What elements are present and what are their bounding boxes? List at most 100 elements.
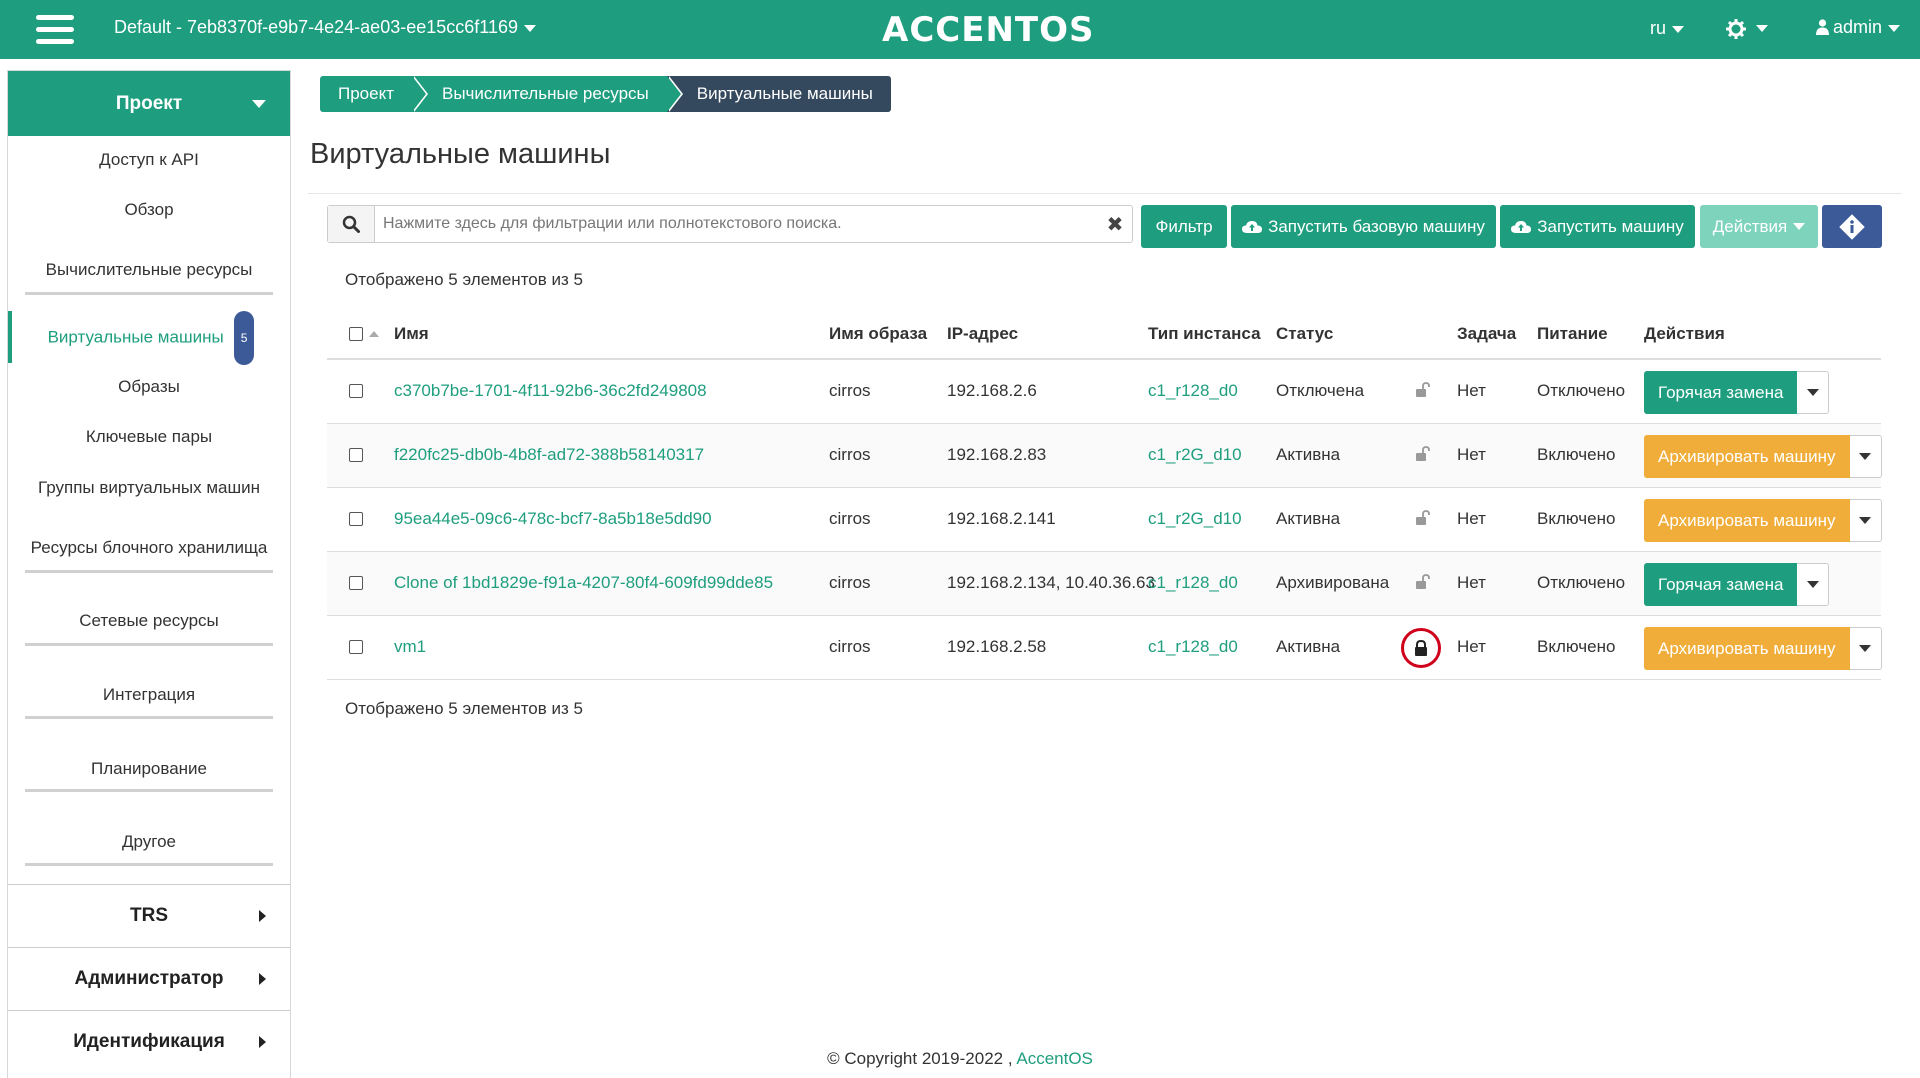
launch-base-instance-button[interactable]: Запустить базовую машину [1231, 205, 1496, 248]
status-cell: Активна [1276, 445, 1341, 464]
sidebar-group-trs[interactable]: TRS [8, 884, 290, 946]
gear-icon [1726, 18, 1746, 39]
row-actions: Горячая замена [1644, 563, 1830, 606]
breadcrumb-project[interactable]: Проект [320, 76, 428, 112]
image-name-cell: cirros [829, 637, 871, 656]
filter-button[interactable]: Фильтр [1141, 205, 1227, 248]
actions-dropdown[interactable]: Действия [1700, 205, 1818, 248]
row-actions-dropdown[interactable] [1797, 371, 1830, 414]
row-actions-dropdown[interactable] [1849, 435, 1882, 478]
sidebar-divider [25, 716, 273, 719]
flavor-link[interactable]: c1_r128_d0 [1148, 573, 1238, 593]
task-cell: Нет [1457, 445, 1486, 464]
row-actions-dropdown[interactable] [1849, 499, 1882, 542]
top-navbar: Default - 7eb8370f-e9b7-4e24-ae03-ee15cc… [0, 0, 1920, 59]
sort-asc-icon[interactable] [369, 331, 379, 337]
row-primary-action-button[interactable]: Архивировать машину [1644, 499, 1850, 542]
items-count-bottom: Отображено 5 элементов из 5 [345, 699, 583, 718]
column-header-task[interactable]: Задача [1457, 324, 1516, 344]
user-menu[interactable]: admin [1816, 17, 1901, 38]
column-header-power[interactable]: Питание [1537, 324, 1608, 344]
row-primary-action-button[interactable]: Горячая замена [1644, 563, 1798, 606]
footer-link[interactable]: AccentOS [1016, 1049, 1093, 1068]
lock-indicator[interactable] [1401, 628, 1441, 668]
instance-name-link[interactable]: c370b7be-1701-4f11-92b6-36c2fd249808 [394, 381, 707, 401]
items-count-top: Отображено 5 элементов из 5 [345, 270, 583, 289]
row-primary-action-button[interactable]: Архивировать машину [1644, 435, 1850, 478]
sidebar-divider [25, 570, 273, 573]
sidebar-item-compute[interactable]: Вычислительные ресурсы [8, 260, 290, 280]
flavor-link[interactable]: c1_r128_d0 [1148, 381, 1238, 401]
clear-search-icon[interactable]: ✖ [1098, 206, 1132, 242]
sidebar: Проект Доступ к API Обзор Вычислительные… [7, 70, 291, 1078]
select-all-checkbox[interactable] [349, 327, 363, 341]
lock-open-icon[interactable] [1414, 573, 1432, 591]
instance-name-link[interactable]: 95ea44e5-09c6-478c-bcf7-8a5b18e5dd90 [394, 509, 712, 529]
sidebar-item-images[interactable]: Образы [8, 377, 290, 397]
sidebar-item-planning[interactable]: Планирование [8, 759, 290, 779]
sidebar-group-admin[interactable]: Администратор [8, 947, 290, 1009]
breadcrumb-separator [666, 76, 681, 112]
row-checkbox[interactable] [349, 384, 363, 398]
sidebar-divider [25, 789, 273, 792]
user-icon [1816, 19, 1829, 35]
breadcrumb-compute[interactable]: Вычислительные ресурсы [412, 76, 683, 112]
breadcrumb: Проект Вычислительные ресурсы Виртуальны… [320, 76, 891, 112]
flavor-link[interactable]: c1_r2G_d10 [1148, 509, 1242, 529]
power-state-cell: Включено [1537, 445, 1616, 464]
table-header: Имя Имя образа IP-адрес Тип инстанса Ста… [327, 306, 1881, 360]
instance-name-link[interactable]: f220fc25-db0b-4b8f-ad72-388b58140317 [394, 445, 704, 465]
search-button[interactable] [328, 206, 375, 242]
sidebar-item-volumes[interactable]: Ресурсы блочного хранилища [8, 538, 290, 558]
row-checkbox[interactable] [349, 512, 363, 526]
lock-closed-icon [1415, 640, 1427, 656]
chevron-down-icon [1756, 25, 1768, 33]
instance-name-link[interactable]: vm1 [394, 637, 426, 657]
row-primary-action-button[interactable]: Горячая замена [1644, 371, 1798, 414]
project-selector[interactable]: Default - 7eb8370f-e9b7-4e24-ae03-ee15cc… [114, 17, 536, 38]
row-actions: Горячая замена [1644, 371, 1830, 414]
menu-toggle-icon[interactable] [36, 15, 74, 45]
column-header-ip[interactable]: IP-адрес [947, 324, 1018, 344]
row-checkbox[interactable] [349, 640, 363, 654]
task-cell: Нет [1457, 637, 1486, 656]
language-selector[interactable]: ru [1650, 18, 1685, 39]
lock-open-icon[interactable] [1414, 445, 1432, 463]
sidebar-item-overview[interactable]: Обзор [8, 200, 290, 220]
flavor-link[interactable]: c1_r128_d0 [1148, 637, 1238, 657]
row-primary-action-button[interactable]: Архивировать машину [1644, 627, 1850, 670]
column-header-status[interactable]: Статус [1276, 324, 1333, 344]
power-state-cell: Отключено [1537, 381, 1626, 400]
row-checkbox[interactable] [349, 576, 363, 590]
sidebar-item-label: Виртуальные машины [47, 327, 224, 347]
ip-address-cell: 192.168.2.83 [947, 445, 1047, 464]
sidebar-item-instances[interactable]: Виртуальные машины 5 [8, 311, 290, 365]
sidebar-item-network[interactable]: Сетевые ресурсы [8, 611, 290, 631]
lock-open-icon[interactable] [1414, 381, 1432, 399]
launch-instance-button[interactable]: Запустить машину [1500, 205, 1695, 248]
sidebar-item-api-access[interactable]: Доступ к API [8, 150, 290, 170]
sidebar-item-other[interactable]: Другое [8, 832, 290, 852]
user-name: admin [1833, 17, 1883, 37]
breadcrumb-separator [412, 76, 426, 112]
status-cell: Архивирована [1276, 573, 1390, 592]
row-checkbox[interactable] [349, 448, 363, 462]
sidebar-item-integration[interactable]: Интеграция [8, 685, 290, 705]
search-input[interactable] [375, 206, 1098, 242]
sidebar-project-header[interactable]: Проект [8, 71, 290, 136]
ip-address-cell: 192.168.2.141 [947, 509, 1056, 528]
column-header-name[interactable]: Имя [394, 324, 429, 344]
chevron-right-icon [259, 972, 266, 985]
lock-open-icon[interactable] [1414, 509, 1432, 527]
info-button[interactable] [1822, 205, 1882, 248]
row-actions-dropdown[interactable] [1797, 563, 1830, 606]
row-actions-dropdown[interactable] [1849, 627, 1882, 670]
settings-menu[interactable] [1726, 14, 1768, 42]
column-header-flavor[interactable]: Тип инстанса [1148, 324, 1261, 344]
sidebar-item-server-groups[interactable]: Группы виртуальных машин [8, 478, 290, 498]
sidebar-item-keypairs[interactable]: Ключевые пары [8, 427, 290, 447]
flavor-link[interactable]: c1_r2G_d10 [1148, 445, 1242, 465]
instance-name-link[interactable]: Clone of 1bd1829e-f91a-4207-80f4-609fd99… [394, 573, 773, 593]
column-header-image[interactable]: Имя образа [829, 324, 927, 344]
status-cell: Активна [1276, 509, 1341, 528]
